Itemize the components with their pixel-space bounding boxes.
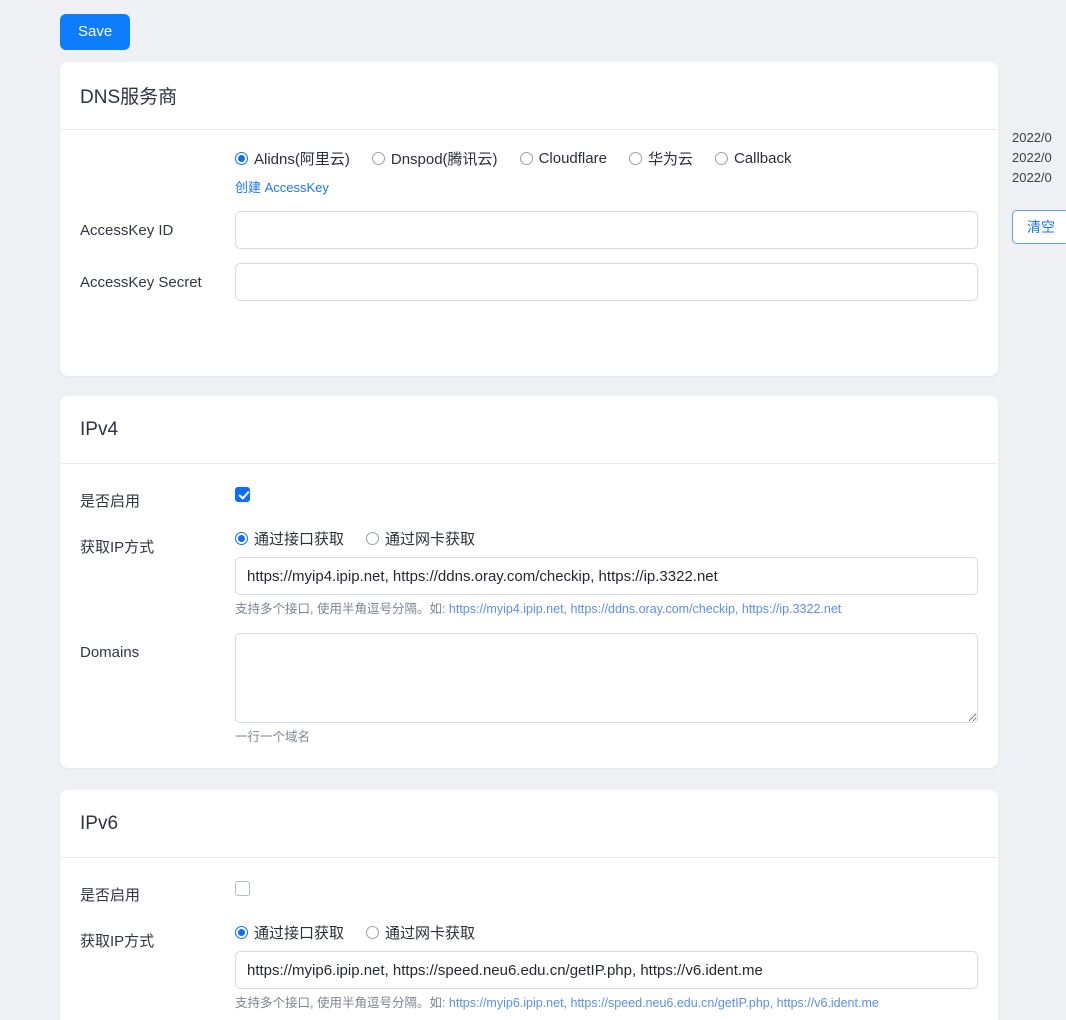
radio-label: Alidns(阿里云) (254, 151, 350, 168)
create-accesskey-link[interactable]: 创建 AccessKey (235, 180, 329, 195)
log-line: 2022/0 (1012, 130, 1052, 145)
accesskey-secret-input[interactable] (235, 263, 978, 301)
ipv4-method-radio-group: 通过接口获取 通过网卡获取 (235, 528, 978, 549)
ipv6-hint-urls: https://myip6.ipip.net, https://speed.ne… (448, 996, 879, 1010)
log-line: 2022/0 (1012, 170, 1052, 185)
ipv6-enable-checkbox[interactable] (235, 881, 250, 896)
ipv4-url-hint: 支持多个接口, 使用半角逗号分隔。如: https://myip4.ipip.n… (235, 601, 978, 619)
radio-label: 通过网卡获取 (385, 531, 476, 548)
ipv4-enable-checkbox[interactable] (235, 487, 250, 502)
ipv4-method-label: 获取IP方式 (80, 539, 155, 556)
ipv6-method-radio-group: 通过接口获取 通过网卡获取 (235, 922, 978, 943)
ipv6-enable-row: 是否启用 (80, 876, 978, 908)
radio-dnspod[interactable]: Dnspod(腾讯云) (371, 148, 498, 169)
radio-label: Cloudflare (538, 150, 607, 167)
ipv4-domains-field: 一行一个域名 (235, 632, 978, 747)
dns-provider-card: DNS服务商 Alidns(阿里云) Dnspod(腾讯云) Cloudflar… (60, 62, 998, 376)
radio-dot-icon (235, 532, 248, 545)
ipv6-method-row: 获取IP方式 通过接口获取 通过网卡获取 https://myip6.ipip.… (80, 922, 978, 1013)
radio-dot-icon (371, 152, 385, 165)
log-lines: 2022/0 2022/0 2022/0 (1012, 128, 1066, 188)
accesskey-id-row: AccessKey ID (80, 211, 978, 249)
dns-provider-field: Alidns(阿里云) Dnspod(腾讯云) Cloudflare 华为云 C… (235, 148, 978, 197)
radio-alidns[interactable]: Alidns(阿里云) (235, 148, 350, 169)
dns-provider-radio-group: Alidns(阿里云) Dnspod(腾讯云) Cloudflare 华为云 C… (235, 148, 978, 169)
ipv6-card-header: IPv6 (60, 790, 998, 858)
radio-dot-icon (366, 926, 380, 939)
ipv4-hint-prefix: 支持多个接口, 使用半角逗号分隔。如: (235, 602, 449, 616)
dns-card-body: Alidns(阿里云) Dnspod(腾讯云) Cloudflare 华为云 C… (60, 130, 998, 321)
radio-callback[interactable]: Callback (714, 150, 792, 167)
radio-label: Callback (733, 150, 792, 167)
ipv4-domains-label: Domains (80, 643, 140, 661)
radio-dot-icon (519, 152, 533, 165)
ipv6-url-wrap: 支持多个接口, 使用半角逗号分隔。如: https://myip6.ipip.n… (235, 951, 978, 1013)
ipv6-url-hint: 支持多个接口, 使用半角逗号分隔。如: https://myip6.ipip.n… (235, 995, 978, 1013)
ipv6-card-title: IPv6 (80, 812, 119, 834)
ipv6-url-input[interactable] (235, 951, 978, 989)
ipv4-method-api-radio[interactable]: 通过接口获取 (235, 528, 344, 549)
ipv4-method-nic-radio[interactable]: 通过网卡获取 (366, 528, 475, 549)
radio-label: Dnspod(腾讯云) (390, 151, 498, 168)
radio-label: 通过接口获取 (254, 531, 345, 548)
radio-dot-icon (235, 152, 248, 165)
radio-dot-icon (235, 926, 248, 939)
radio-label: 通过接口获取 (254, 925, 345, 942)
radio-label: 通过网卡获取 (385, 925, 476, 942)
ipv4-domains-textarea[interactable] (235, 632, 978, 723)
ipv6-enable-field (235, 876, 978, 901)
ipv6-method-field: 通过接口获取 通过网卡获取 支持多个接口, 使用半角逗号分隔。如: https:… (235, 922, 978, 1013)
ipv4-card-body: 是否启用 获取IP方式 通过接口获取 通过网卡获取 https://myip4.… (60, 464, 998, 766)
ipv6-method-api-radio[interactable]: 通过接口获取 (235, 922, 344, 943)
ipv6-hint-prefix: 支持多个接口, 使用半角逗号分隔。如: (235, 996, 449, 1010)
ipv4-url-input[interactable] (235, 557, 978, 595)
ipv4-card-title: IPv4 (80, 418, 119, 440)
radio-dot-icon (714, 152, 728, 165)
ipv6-card-body: 是否启用 获取IP方式 通过接口获取 通过网卡获取 https://myip6.… (60, 858, 998, 1020)
dns-card-title: DNS服务商 (80, 87, 178, 108)
radio-huaweicloud[interactable]: 华为云 (628, 148, 693, 169)
page-root: Save DNS服务商 Alidns(阿里云) Dnspod(腾讯云) Clou… (0, 0, 1066, 1020)
accesskey-id-label: AccessKey ID (80, 222, 174, 239)
ipv4-hint-urls: https://myip4.ipip.net, https://ddns.ora… (448, 602, 842, 616)
ipv6-card: IPv6 是否启用 获取IP方式 通过接口获取 通过网卡获取 https://m… (60, 790, 998, 1020)
accesskey-id-field (235, 211, 978, 249)
ipv6-enable-label: 是否启用 (80, 887, 141, 904)
accesskey-secret-label: AccessKey Secret (80, 274, 202, 291)
save-button[interactable]: Save (60, 14, 131, 50)
radio-label: 华为云 (647, 151, 693, 168)
ipv4-domains-hint: 一行一个域名 (235, 729, 311, 744)
radio-dot-icon (366, 532, 380, 545)
create-accesskey-row: 创建 AccessKey (235, 177, 978, 197)
log-panel: 2022/0 2022/0 2022/0 清空 (1012, 60, 1066, 244)
ipv4-domains-row: Domains 一行一个域名 (80, 632, 978, 747)
ipv4-enable-label: 是否启用 (80, 493, 141, 510)
ipv4-method-row: 获取IP方式 通过接口获取 通过网卡获取 https://myip4.ipip.… (80, 528, 978, 619)
ipv6-method-nic-radio[interactable]: 通过网卡获取 (366, 922, 475, 943)
accesskey-secret-field (235, 263, 978, 301)
radio-dot-icon (628, 152, 642, 165)
ipv4-card: IPv4 是否启用 获取IP方式 通过接口获取 通过网卡获取 https://m… (60, 396, 998, 768)
ipv4-url-wrap: 支持多个接口, 使用半角逗号分隔。如: https://myip4.ipip.n… (235, 557, 978, 619)
ipv4-card-header: IPv4 (60, 396, 998, 464)
toolbar: Save (60, 14, 131, 50)
ipv6-method-label: 获取IP方式 (80, 933, 155, 950)
dns-provider-row: Alidns(阿里云) Dnspod(腾讯云) Cloudflare 华为云 C… (80, 148, 978, 197)
dns-card-header: DNS服务商 (60, 62, 998, 130)
radio-cloudflare[interactable]: Cloudflare (519, 150, 607, 167)
accesskey-id-input[interactable] (235, 211, 978, 249)
ipv4-enable-field (235, 482, 978, 507)
log-line: 2022/0 (1012, 150, 1052, 165)
clear-log-button[interactable]: 清空 (1012, 210, 1066, 244)
accesskey-secret-row: AccessKey Secret (80, 263, 978, 301)
dns-provider-label-spacer (80, 148, 235, 156)
ipv4-method-field: 通过接口获取 通过网卡获取 支持多个接口, 使用半角逗号分隔。如: https:… (235, 528, 978, 619)
ipv4-enable-row: 是否启用 (80, 482, 978, 514)
